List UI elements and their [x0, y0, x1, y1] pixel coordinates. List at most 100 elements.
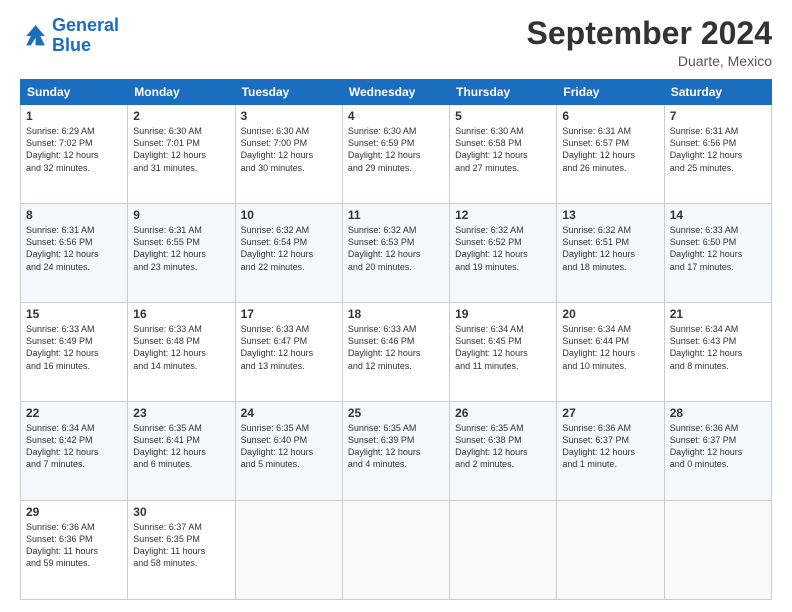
- day-number: 22: [26, 406, 122, 420]
- cell-info: Sunrise: 6:30 AM Sunset: 6:59 PM Dayligh…: [348, 125, 444, 174]
- calendar-cell: 1Sunrise: 6:29 AM Sunset: 7:02 PM Daylig…: [21, 105, 128, 204]
- calendar-cell: [664, 501, 771, 600]
- calendar-cell: [235, 501, 342, 600]
- calendar-cell: 3Sunrise: 6:30 AM Sunset: 7:00 PM Daylig…: [235, 105, 342, 204]
- calendar-cell: 11 Sunrise: 6:32 AM Sunset: 6:53 PM Dayli…: [342, 204, 449, 303]
- day-number: 17: [241, 307, 337, 321]
- cell-info: Sunrise: 6:36 AM Sunset: 6:37 PM Dayligh…: [670, 422, 766, 471]
- cell-info: Sunrise: 6:30 AM Sunset: 6:58 PM Dayligh…: [455, 125, 551, 174]
- week-row-1: 1Sunrise: 6:29 AM Sunset: 7:02 PM Daylig…: [21, 105, 772, 204]
- week-row-5: 29 Sunrise: 6:36 AM Sunset: 6:36 PM Dayli…: [21, 501, 772, 600]
- calendar-cell: 8 Sunrise: 6:31 AM Sunset: 6:56 PM Daylig…: [21, 204, 128, 303]
- cell-info: Sunrise: 6:33 AM Sunset: 6:50 PM Dayligh…: [670, 224, 766, 273]
- calendar-cell: 29 Sunrise: 6:36 AM Sunset: 6:36 PM Dayli…: [21, 501, 128, 600]
- week-row-3: 15 Sunrise: 6:33 AM Sunset: 6:49 PM Dayli…: [21, 303, 772, 402]
- day-number: 21: [670, 307, 766, 321]
- day-number: 7: [670, 109, 766, 123]
- day-number: 6: [562, 109, 658, 123]
- day-number: 8: [26, 208, 122, 222]
- day-header-saturday: Saturday: [664, 80, 771, 105]
- calendar-cell: 25 Sunrise: 6:35 AM Sunset: 6:39 PM Dayli…: [342, 402, 449, 501]
- day-header-wednesday: Wednesday: [342, 80, 449, 105]
- calendar-cell: 12 Sunrise: 6:32 AM Sunset: 6:52 PM Dayli…: [450, 204, 557, 303]
- day-number: 5: [455, 109, 551, 123]
- title-block: September 2024 Duarte, Mexico: [527, 16, 772, 69]
- day-number: 4: [348, 109, 444, 123]
- calendar-cell: 9Sunrise: 6:31 AM Sunset: 6:55 PM Daylig…: [128, 204, 235, 303]
- day-header-monday: Monday: [128, 80, 235, 105]
- day-number: 29: [26, 505, 122, 519]
- logo: General Blue: [20, 16, 119, 56]
- day-header-tuesday: Tuesday: [235, 80, 342, 105]
- cell-info: Sunrise: 6:31 AM Sunset: 6:57 PM Dayligh…: [562, 125, 658, 174]
- cell-info: Sunrise: 6:31 AM Sunset: 6:56 PM Dayligh…: [26, 224, 122, 273]
- cell-info: Sunrise: 6:31 AM Sunset: 6:56 PM Dayligh…: [670, 125, 766, 174]
- week-row-2: 8 Sunrise: 6:31 AM Sunset: 6:56 PM Daylig…: [21, 204, 772, 303]
- day-number: 25: [348, 406, 444, 420]
- calendar-cell: 10 Sunrise: 6:32 AM Sunset: 6:54 PM Dayli…: [235, 204, 342, 303]
- day-number: 28: [670, 406, 766, 420]
- cell-info: Sunrise: 6:33 AM Sunset: 6:48 PM Dayligh…: [133, 323, 229, 372]
- cell-info: Sunrise: 6:33 AM Sunset: 6:47 PM Dayligh…: [241, 323, 337, 372]
- month-title: September 2024: [527, 16, 772, 51]
- cell-info: Sunrise: 6:33 AM Sunset: 6:46 PM Dayligh…: [348, 323, 444, 372]
- location: Duarte, Mexico: [527, 53, 772, 69]
- day-number: 15: [26, 307, 122, 321]
- calendar-cell: 24Sunrise: 6:35 AM Sunset: 6:40 PM Dayli…: [235, 402, 342, 501]
- day-header-thursday: Thursday: [450, 80, 557, 105]
- day-number: 18: [348, 307, 444, 321]
- cell-info: Sunrise: 6:34 AM Sunset: 6:45 PM Dayligh…: [455, 323, 551, 372]
- calendar-cell: 2Sunrise: 6:30 AM Sunset: 7:01 PM Daylig…: [128, 105, 235, 204]
- calendar-cell: 5 Sunrise: 6:30 AM Sunset: 6:58 PM Daylig…: [450, 105, 557, 204]
- cell-info: Sunrise: 6:36 AM Sunset: 6:36 PM Dayligh…: [26, 521, 122, 570]
- cell-info: Sunrise: 6:33 AM Sunset: 6:49 PM Dayligh…: [26, 323, 122, 372]
- day-header-friday: Friday: [557, 80, 664, 105]
- calendar-cell: 21 Sunrise: 6:34 AM Sunset: 6:43 PM Dayli…: [664, 303, 771, 402]
- cell-info: Sunrise: 6:32 AM Sunset: 6:54 PM Dayligh…: [241, 224, 337, 273]
- calendar-table: SundayMondayTuesdayWednesdayThursdayFrid…: [20, 79, 772, 600]
- calendar-cell: 16 Sunrise: 6:33 AM Sunset: 6:48 PM Dayli…: [128, 303, 235, 402]
- day-header-sunday: Sunday: [21, 80, 128, 105]
- cell-info: Sunrise: 6:35 AM Sunset: 6:40 PM Dayligh…: [241, 422, 337, 471]
- cell-info: Sunrise: 6:34 AM Sunset: 6:42 PM Dayligh…: [26, 422, 122, 471]
- cell-info: Sunrise: 6:35 AM Sunset: 6:38 PM Dayligh…: [455, 422, 551, 471]
- day-number: 11: [348, 208, 444, 222]
- cell-info: Sunrise: 6:35 AM Sunset: 6:39 PM Dayligh…: [348, 422, 444, 471]
- calendar-cell: 23Sunrise: 6:35 AM Sunset: 6:41 PM Dayli…: [128, 402, 235, 501]
- day-number: 12: [455, 208, 551, 222]
- cell-info: Sunrise: 6:32 AM Sunset: 6:53 PM Dayligh…: [348, 224, 444, 273]
- cell-info: Sunrise: 6:36 AM Sunset: 6:37 PM Dayligh…: [562, 422, 658, 471]
- calendar-cell: 27 Sunrise: 6:36 AM Sunset: 6:37 PM Dayli…: [557, 402, 664, 501]
- calendar-cell: 13Sunrise: 6:32 AM Sunset: 6:51 PM Dayli…: [557, 204, 664, 303]
- calendar-cell: 4 Sunrise: 6:30 AM Sunset: 6:59 PM Daylig…: [342, 105, 449, 204]
- calendar-cell: 15 Sunrise: 6:33 AM Sunset: 6:49 PM Dayli…: [21, 303, 128, 402]
- header: General Blue September 2024 Duarte, Mexi…: [20, 16, 772, 69]
- cell-info: Sunrise: 6:34 AM Sunset: 6:44 PM Dayligh…: [562, 323, 658, 372]
- cell-info: Sunrise: 6:35 AM Sunset: 6:41 PM Dayligh…: [133, 422, 229, 471]
- calendar-cell: 19 Sunrise: 6:34 AM Sunset: 6:45 PM Dayli…: [450, 303, 557, 402]
- day-number: 30: [133, 505, 229, 519]
- calendar-cell: [557, 501, 664, 600]
- calendar-cell: 22 Sunrise: 6:34 AM Sunset: 6:42 PM Dayli…: [21, 402, 128, 501]
- calendar-cell: 14Sunrise: 6:33 AM Sunset: 6:50 PM Dayli…: [664, 204, 771, 303]
- day-number: 16: [133, 307, 229, 321]
- calendar-cell: [342, 501, 449, 600]
- day-number: 9: [133, 208, 229, 222]
- calendar-cell: 7 Sunrise: 6:31 AM Sunset: 6:56 PM Daylig…: [664, 105, 771, 204]
- cell-info: Sunrise: 6:34 AM Sunset: 6:43 PM Dayligh…: [670, 323, 766, 372]
- cell-info: Sunrise: 6:37 AM Sunset: 6:35 PM Dayligh…: [133, 521, 229, 570]
- header-row: SundayMondayTuesdayWednesdayThursdayFrid…: [21, 80, 772, 105]
- page: General Blue September 2024 Duarte, Mexi…: [0, 0, 792, 612]
- day-number: 10: [241, 208, 337, 222]
- calendar-cell: 6 Sunrise: 6:31 AM Sunset: 6:57 PM Daylig…: [557, 105, 664, 204]
- logo-icon: [20, 22, 48, 50]
- calendar-cell: 26 Sunrise: 6:35 AM Sunset: 6:38 PM Dayli…: [450, 402, 557, 501]
- day-number: 27: [562, 406, 658, 420]
- calendar-cell: 18 Sunrise: 6:33 AM Sunset: 6:46 PM Dayli…: [342, 303, 449, 402]
- day-number: 26: [455, 406, 551, 420]
- calendar-cell: 20Sunrise: 6:34 AM Sunset: 6:44 PM Dayli…: [557, 303, 664, 402]
- day-number: 19: [455, 307, 551, 321]
- cell-info: Sunrise: 6:32 AM Sunset: 6:51 PM Dayligh…: [562, 224, 658, 273]
- day-number: 1: [26, 109, 122, 123]
- cell-info: Sunrise: 6:32 AM Sunset: 6:52 PM Dayligh…: [455, 224, 551, 273]
